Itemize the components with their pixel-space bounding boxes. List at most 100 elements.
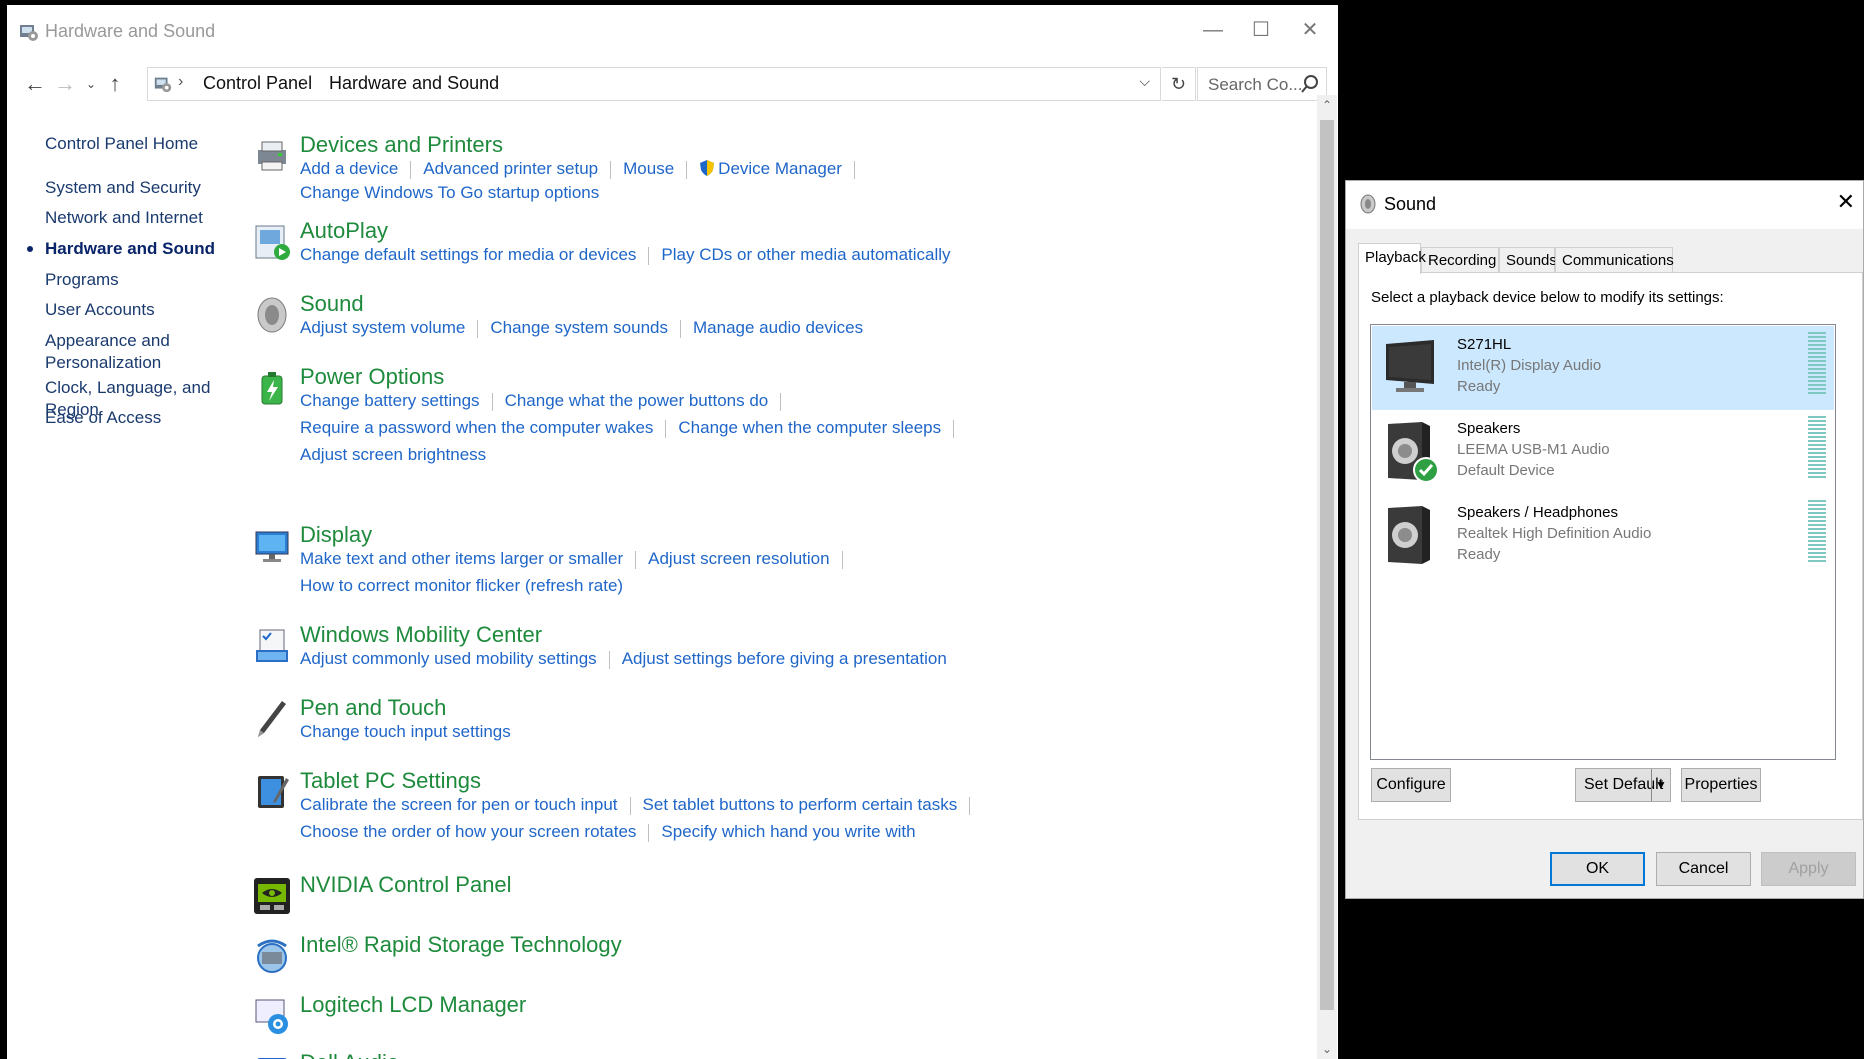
link-mobility-settings[interactable]: Adjust commonly used mobility settings bbox=[300, 649, 597, 669]
nav-programs[interactable]: Programs bbox=[45, 269, 119, 291]
nav-ease-of-access[interactable]: Ease of Access bbox=[45, 407, 161, 429]
instruction-text: Select a playback device below to modify… bbox=[1371, 289, 1724, 306]
tab-communications[interactable]: Communications bbox=[1555, 247, 1674, 273]
tab-playback[interactable]: Playback bbox=[1358, 243, 1426, 274]
properties-button[interactable]: Properties bbox=[1681, 768, 1761, 802]
tab-recording[interactable]: Recording bbox=[1421, 247, 1499, 273]
link-adjust-screen-resolution[interactable]: Adjust screen resolution bbox=[648, 549, 829, 569]
device-status: Ready bbox=[1457, 546, 1501, 563]
link-monitor-flicker[interactable]: How to correct monitor flicker (refresh … bbox=[300, 576, 623, 596]
category-title[interactable]: Intel® Rapid Storage Technology bbox=[300, 932, 622, 958]
configure-button[interactable]: Configure bbox=[1371, 768, 1451, 802]
scrollbar-thumb[interactable] bbox=[1320, 120, 1334, 1010]
breadcrumb-separator-icon: › bbox=[178, 73, 184, 90]
link-mouse[interactable]: Mouse bbox=[623, 159, 674, 179]
logitech-icon bbox=[255, 999, 288, 1034]
category-title[interactable]: Dell Audio bbox=[300, 1050, 399, 1059]
nav-user-accounts[interactable]: User Accounts bbox=[45, 299, 155, 321]
refresh-button[interactable]: ↻ bbox=[1162, 67, 1196, 101]
category-title[interactable]: Display bbox=[300, 522, 372, 548]
link-separator bbox=[610, 160, 612, 179]
search-icon[interactable] bbox=[1300, 74, 1320, 94]
back-arrow-icon[interactable]: ← bbox=[23, 71, 47, 97]
minimize-button[interactable]: — bbox=[1192, 13, 1234, 47]
category-title[interactable]: Power Options bbox=[300, 364, 444, 390]
nav-appearance-and-personalization[interactable]: Appearance and Personalization bbox=[45, 330, 175, 374]
cancel-button[interactable]: Cancel bbox=[1656, 852, 1751, 886]
playback-panel: Select a playback device below to modify… bbox=[1358, 272, 1863, 820]
nav-network-and-internet[interactable]: Network and Internet bbox=[45, 207, 203, 229]
category-title[interactable]: AutoPlay bbox=[300, 218, 388, 244]
speaker-default-icon bbox=[1388, 422, 1438, 483]
device-item-s271hl[interactable]: S271HL Intel(R) Display Audio Ready bbox=[1372, 326, 1834, 410]
device-driver: LEEMA USB-M1 Audio bbox=[1457, 441, 1610, 458]
link-add-a-device[interactable]: Add a device bbox=[300, 159, 398, 179]
close-button[interactable]: ✕ bbox=[1289, 13, 1331, 47]
uac-shield-icon bbox=[700, 160, 715, 176]
device-name: Speakers / Headphones bbox=[1457, 504, 1618, 521]
link-presentation-settings[interactable]: Adjust settings before giving a presenta… bbox=[622, 649, 947, 669]
link-calibrate-screen[interactable]: Calibrate the screen for pen or touch in… bbox=[300, 795, 618, 815]
set-default-button[interactable]: Set Default ▼ bbox=[1575, 768, 1671, 802]
nav-control-panel-home[interactable]: Control Panel Home bbox=[45, 133, 198, 155]
link-change-default-media-settings[interactable]: Change default settings for media or dev… bbox=[300, 245, 636, 265]
address-dropdown-icon[interactable]: ⌵ bbox=[1139, 73, 1150, 90]
link-screen-rotation-order[interactable]: Choose the order of how your screen rota… bbox=[300, 822, 636, 842]
set-default-dropdown-icon[interactable]: ▼ bbox=[1651, 769, 1670, 801]
link-separator bbox=[665, 419, 667, 438]
link-touch-input-settings[interactable]: Change touch input settings bbox=[300, 722, 511, 742]
link-change-power-buttons[interactable]: Change what the power buttons do bbox=[505, 391, 769, 411]
address-bar[interactable]: › Control Panel › Hardware and Sound ⌵ bbox=[147, 67, 1161, 101]
link-handedness[interactable]: Specify which hand you write with bbox=[661, 822, 915, 842]
link-change-sleep[interactable]: Change when the computer sleeps bbox=[678, 418, 941, 438]
link-adjust-screen-brightness[interactable]: Adjust screen brightness bbox=[300, 445, 486, 465]
category-title[interactable]: NVIDIA Control Panel bbox=[300, 872, 512, 898]
dialog-close-button[interactable]: ✕ bbox=[1837, 189, 1855, 215]
link-make-text-larger[interactable]: Make text and other items larger or smal… bbox=[300, 549, 623, 569]
vertical-scrollbar[interactable]: ⌃ ⌄ bbox=[1317, 95, 1337, 1059]
category-title[interactable]: Pen and Touch bbox=[300, 695, 446, 721]
search-input[interactable]: Search Co... bbox=[1197, 67, 1327, 101]
breadcrumb-control-panel[interactable]: Control Panel bbox=[203, 73, 312, 94]
link-separator bbox=[686, 160, 688, 179]
control-panel-icon bbox=[20, 25, 38, 41]
link-device-manager[interactable]: Device Manager bbox=[718, 159, 842, 179]
device-item-speakers[interactable]: Speakers LEEMA USB-M1 Audio Default Devi… bbox=[1372, 410, 1834, 494]
link-adjust-system-volume[interactable]: Adjust system volume bbox=[300, 318, 465, 338]
breadcrumb-hardware-and-sound[interactable]: Hardware and Sound bbox=[329, 73, 499, 94]
ok-button[interactable]: OK bbox=[1550, 852, 1645, 886]
category-title[interactable]: Devices and Printers bbox=[300, 132, 503, 158]
category-title[interactable]: Windows Mobility Center bbox=[300, 622, 542, 648]
link-advanced-printer-setup[interactable]: Advanced printer setup bbox=[423, 159, 598, 179]
apply-button[interactable]: Apply bbox=[1761, 852, 1856, 886]
nav-system-and-security[interactable]: System and Security bbox=[45, 177, 201, 199]
device-item-speakers-headphones[interactable]: Speakers / Headphones Realtek High Defin… bbox=[1372, 494, 1834, 578]
device-status: Ready bbox=[1457, 378, 1501, 395]
device-driver: Intel(R) Display Audio bbox=[1457, 357, 1602, 374]
recent-locations-icon[interactable]: ⌄ bbox=[79, 77, 103, 91]
nav-hardware-and-sound[interactable]: Hardware and Sound bbox=[27, 238, 215, 260]
mobility-icon bbox=[256, 629, 288, 662]
dialog-title-bar: Sound ✕ bbox=[1346, 181, 1863, 229]
tab-sounds[interactable]: Sounds bbox=[1499, 247, 1557, 273]
scroll-down-arrow-icon[interactable]: ⌄ bbox=[1317, 1042, 1337, 1056]
device-driver: Realtek High Definition Audio bbox=[1457, 525, 1652, 542]
category-title[interactable]: Tablet PC Settings bbox=[300, 768, 481, 794]
category-title[interactable]: Logitech LCD Manager bbox=[300, 992, 526, 1018]
link-manage-audio-devices[interactable]: Manage audio devices bbox=[693, 318, 863, 338]
maximize-button[interactable]: ☐ bbox=[1240, 13, 1282, 47]
forward-arrow-icon[interactable]: → bbox=[53, 71, 77, 97]
link-change-battery-settings[interactable]: Change battery settings bbox=[300, 391, 480, 411]
navigation-bar: ← → ⌄ ↑ › Control Panel › Hardware and S… bbox=[7, 63, 1338, 107]
active-bullet-icon bbox=[27, 246, 33, 252]
link-play-cds-automatically[interactable]: Play CDs or other media automatically bbox=[661, 245, 950, 265]
category-title[interactable]: Sound bbox=[300, 291, 364, 317]
up-arrow-icon[interactable]: ↑ bbox=[103, 71, 127, 97]
device-list[interactable]: S271HL Intel(R) Display Audio Ready Spea… bbox=[1370, 324, 1836, 760]
link-require-password-on-wake[interactable]: Require a password when the computer wak… bbox=[300, 418, 653, 438]
link-change-system-sounds[interactable]: Change system sounds bbox=[490, 318, 668, 338]
link-windows-to-go[interactable]: Change Windows To Go startup options bbox=[300, 183, 599, 203]
link-separator bbox=[648, 823, 650, 842]
scroll-up-arrow-icon[interactable]: ⌃ bbox=[1317, 98, 1337, 112]
link-tablet-buttons[interactable]: Set tablet buttons to perform certain ta… bbox=[643, 795, 958, 815]
